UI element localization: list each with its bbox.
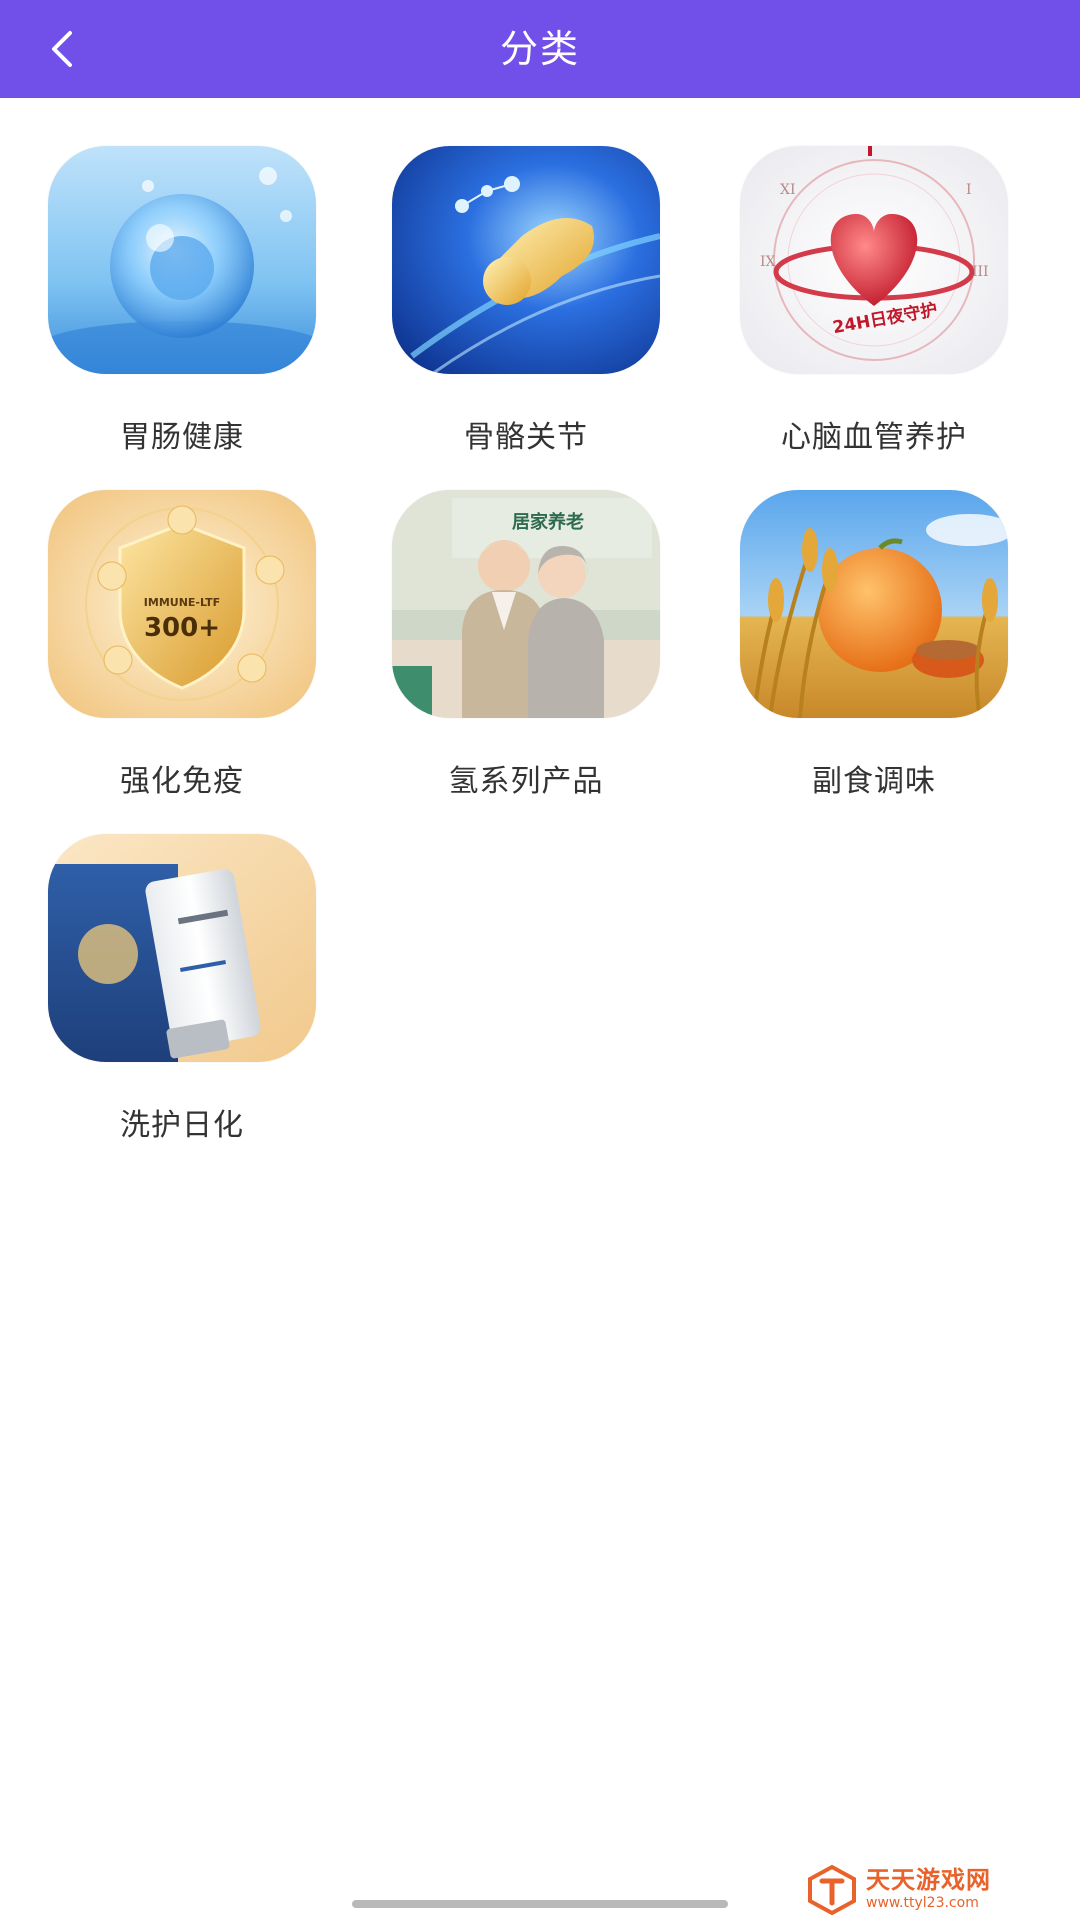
svg-text:IX: IX <box>760 254 776 270</box>
shield-image: IMMUNE-LTF 300+ <box>48 490 316 718</box>
category-label: 洗护日化 <box>120 1108 244 1143</box>
site-logo-icon <box>808 1864 856 1915</box>
category-tile-condiments[interactable]: 副食调味 <box>740 490 1008 800</box>
skincare-products-image <box>48 834 316 1062</box>
svg-text:I: I <box>966 182 972 198</box>
category-label: 胃肠健康 <box>120 420 244 455</box>
category-tile-gut-health[interactable]: 胃肠健康 <box>48 146 316 456</box>
category-label: 骨骼关节 <box>464 420 588 455</box>
category-label: 副食调味 <box>812 764 936 799</box>
svg-text:III: III <box>972 264 989 280</box>
joint-image <box>392 146 660 374</box>
shield-number: 300+ <box>144 613 220 643</box>
home-indicator[interactable] <box>352 1900 728 1908</box>
elderly-couple-image: 居家养老 <box>392 490 660 718</box>
wheat-pumpkin-image <box>740 490 1008 718</box>
watermark: 天天游戏网 www.ttyl23.com <box>806 1862 1036 1916</box>
category-label: 氢系列产品 <box>448 764 604 799</box>
category-tile-cardio[interactable]: XI I IX III 24H日夜守护 心脑血管养护 <box>740 146 1008 456</box>
category-tile-hydrogen[interactable]: 居家养老 氢系列产品 <box>392 490 660 800</box>
svg-text:XI: XI <box>780 182 796 198</box>
top-bar: 分类 <box>0 0 1080 98</box>
category-page: 分类 胃肠健康 骨骼关节 XI I IX III 24H日夜守护 心脑血管养护 … <box>0 0 1080 1920</box>
watermark-title: 天天游戏网 <box>866 1866 991 1894</box>
watermark-url: www.ttyl23.com <box>866 1895 979 1911</box>
category-tile-personal-care[interactable]: 洗护日化 <box>48 834 316 1144</box>
category-tile-bone-joint[interactable]: 骨骼关节 <box>392 146 660 456</box>
category-label: 强化免疫 <box>120 764 244 799</box>
page-title: 分类 <box>499 27 580 71</box>
svg-text:IMMUNE-LTF: IMMUNE-LTF <box>144 596 220 609</box>
category-label: 心脑血管养护 <box>781 420 967 455</box>
category-tile-immunity[interactable]: IMMUNE-LTF 300+ 强化免疫 <box>48 490 316 800</box>
water-cell-image <box>48 146 316 374</box>
couple-banner-text: 居家养老 <box>512 511 584 533</box>
heart-clock-image: XI I IX III 24H日夜守护 <box>740 146 1008 374</box>
